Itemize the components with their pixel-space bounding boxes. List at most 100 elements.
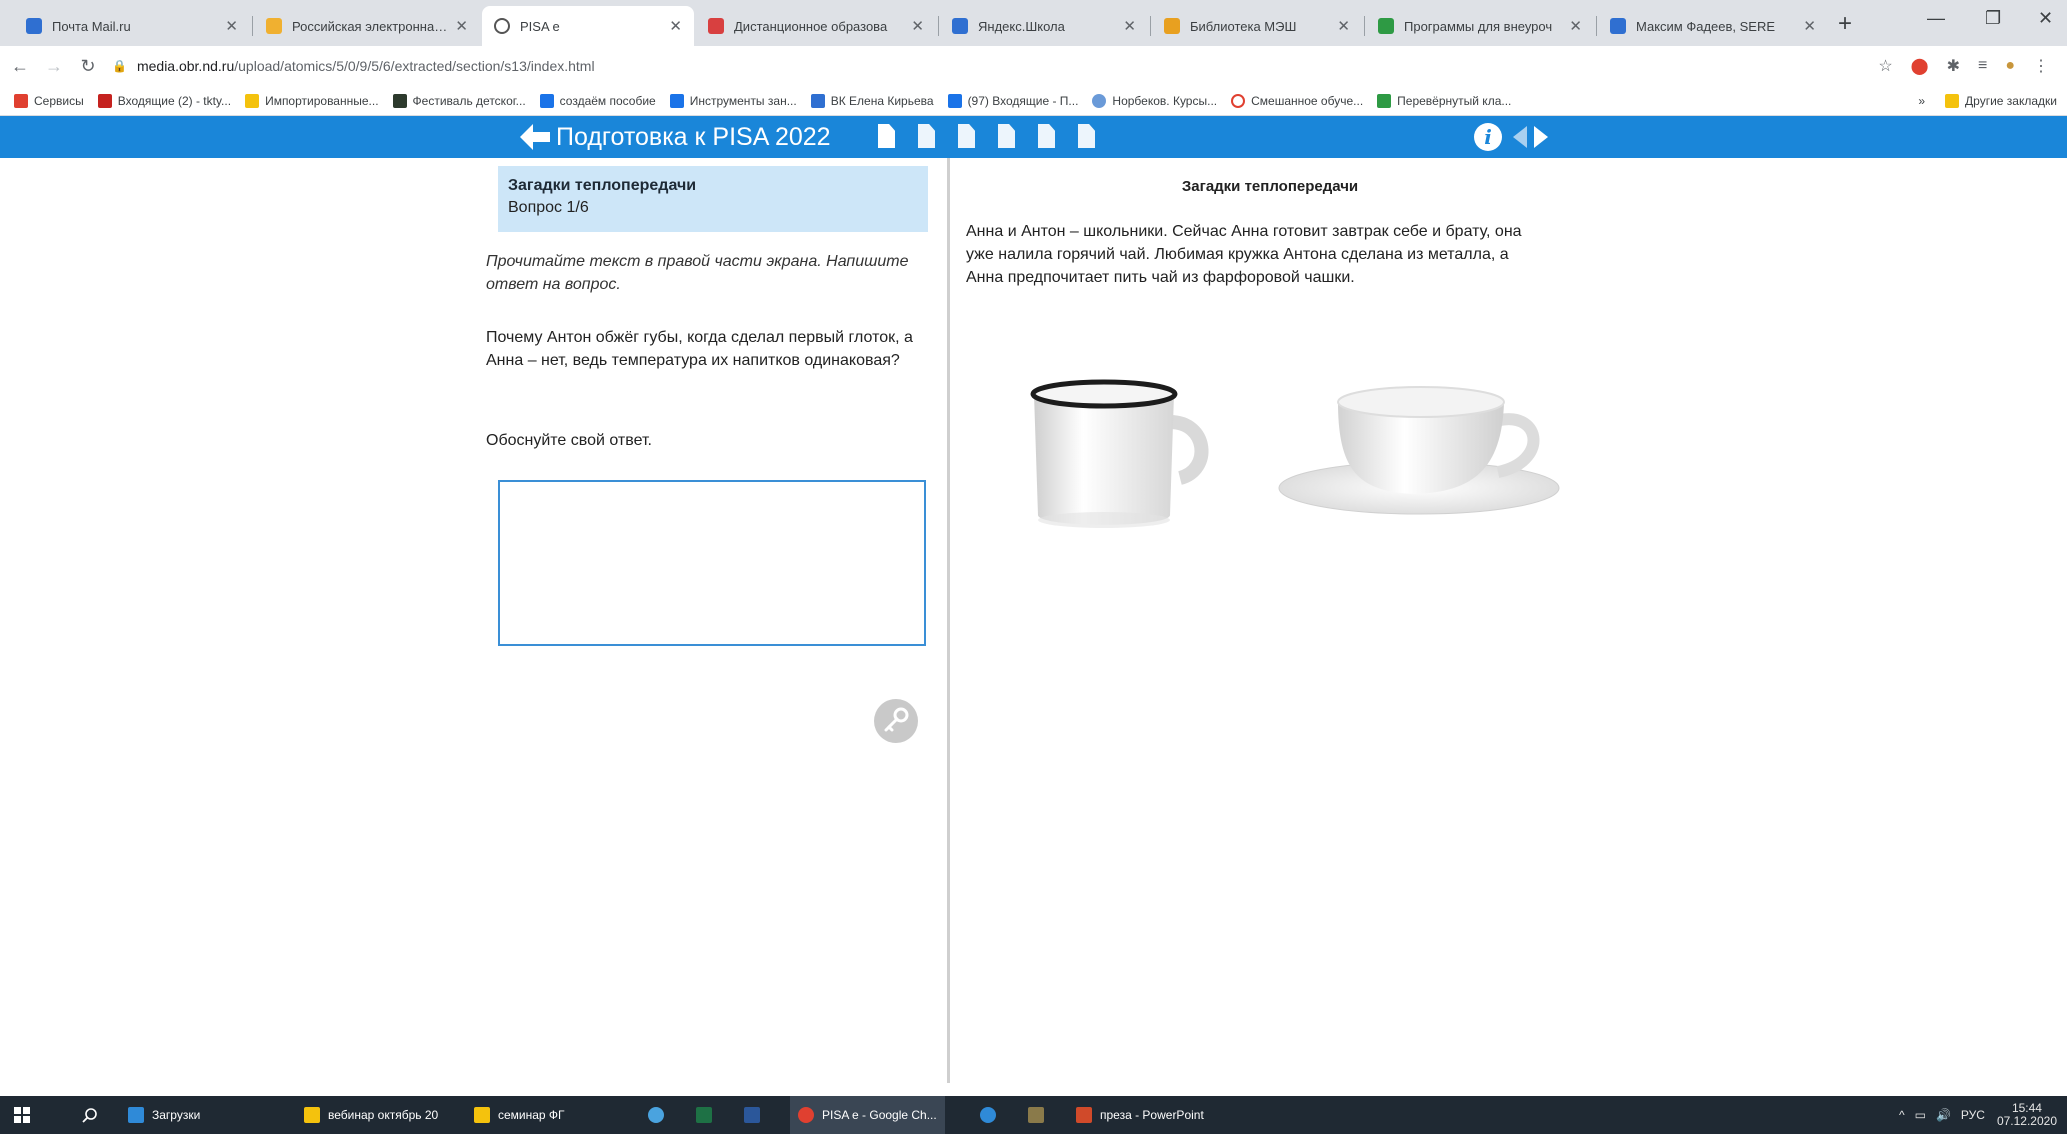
url-path: /upload/atomics/5/0/9/5/6/extracted/sect… <box>234 58 595 74</box>
tab-mail[interactable]: Почта Mail.ru ✕ <box>14 6 250 46</box>
answer-textarea[interactable] <box>498 480 926 646</box>
bookmark-item[interactable]: Фестиваль детског... <box>392 93 526 108</box>
url-host: media.obr.nd.ru <box>136 58 235 74</box>
page-icon[interactable] <box>878 124 895 148</box>
video-favicon-icon <box>1610 18 1626 34</box>
taskbar-app[interactable] <box>744 1096 768 1134</box>
bookmark-item[interactable]: Сервисы <box>14 93 84 108</box>
back-icon[interactable]: ← <box>6 56 34 77</box>
folder-icon <box>474 1107 490 1123</box>
windows-start-icon[interactable] <box>14 1096 30 1134</box>
tab-resh[interactable]: Российская электронная ш ✕ <box>254 6 480 46</box>
question-instruction: Прочитайте текст в правой части экрана. … <box>486 253 909 293</box>
close-icon[interactable]: ✕ <box>1569 17 1582 35</box>
taskbar-item[interactable]: преза - PowerPoint <box>1076 1096 1204 1134</box>
bookmark-item[interactable]: Инструменты зан... <box>669 93 797 108</box>
classroom-icon <box>669 93 684 108</box>
close-icon[interactable]: ✕ <box>455 17 468 35</box>
taskbar-item[interactable]: семинар ФГ <box>474 1096 565 1134</box>
tab-yandex-school[interactable]: Яндекс.Школа ✕ <box>940 6 1148 46</box>
next-arrow-icon[interactable] <box>1534 126 1548 148</box>
taskbar-item[interactable]: PISA e - Google Ch... <box>790 1096 945 1134</box>
question-text: Почему Антон обжёг губы, когда сделал пе… <box>486 329 913 369</box>
bookmark-item[interactable]: Импортированные... <box>245 93 379 108</box>
bookmark-label: ВК Елена Кирьева <box>830 93 934 108</box>
bookmark-item[interactable]: Входящие (2) - tkty... <box>97 93 231 108</box>
bookmark-item[interactable]: ВК Елена Кирьева <box>810 93 934 108</box>
more-bookmarks-chevron-icon[interactable]: » <box>1918 94 1925 108</box>
profile-avatar-icon[interactable]: ● <box>2005 57 2015 75</box>
bookmark-item[interactable]: создаём пособие <box>539 93 656 108</box>
porcelain-cup-icon <box>1278 386 1560 515</box>
page-icon[interactable] <box>998 124 1015 148</box>
bookmark-label: (97) Входящие - П... <box>967 93 1079 108</box>
search-icon[interactable] <box>82 1096 98 1134</box>
bookmarks-bar: Сервисы Входящие (2) - tkty... Импортиро… <box>0 86 2067 116</box>
chevron-up-icon[interactable]: ^ <box>1899 1108 1905 1122</box>
apps-grid-icon <box>14 93 28 108</box>
forward-icon[interactable]: → <box>40 56 68 77</box>
close-icon[interactable]: ✕ <box>1803 17 1816 35</box>
close-window-icon[interactable]: ✕ <box>2038 8 2053 29</box>
festival-icon <box>392 93 407 108</box>
tab-fadeev[interactable]: Максим Фадеев, SERE ✕ <box>1598 6 1828 46</box>
close-icon[interactable]: ✕ <box>911 17 924 35</box>
app-icon <box>648 1107 664 1123</box>
taskbar-item[interactable]: вебинар октябрь 20 <box>304 1096 438 1134</box>
adblock-extension-icon[interactable]: ⬤ <box>1911 56 1929 76</box>
new-tab-button[interactable]: + <box>1838 10 1852 38</box>
address-bar[interactable]: 🔒 media.obr.nd.ru /upload/atomics/5/0/9/… <box>112 51 1878 81</box>
blended-learning-icon <box>1231 93 1246 108</box>
bookmark-label: Смешанное обуче... <box>1251 93 1364 108</box>
taskbar-app[interactable] <box>648 1096 672 1134</box>
tab-pisa[interactable]: PISA e ✕ <box>482 6 694 46</box>
mail-favicon-icon <box>26 18 42 34</box>
bookmark-star-icon[interactable]: ☆ <box>1878 56 1892 76</box>
bookmark-item[interactable]: Смешанное обуче... <box>1231 93 1364 108</box>
app-title: Подготовка к PISA 2022 <box>556 123 831 151</box>
page-icon[interactable] <box>958 124 975 148</box>
menu-kebab-icon[interactable]: ⋮ <box>2033 56 2049 76</box>
tab-mesh-library[interactable]: Библиотека МЭШ ✕ <box>1152 6 1362 46</box>
vk-icon <box>810 93 825 108</box>
info-icon[interactable]: i <box>1474 123 1502 151</box>
page-icon[interactable] <box>918 124 935 148</box>
back-arrow-icon[interactable] <box>520 124 550 150</box>
classroom-icon <box>539 93 554 108</box>
browser-tab-strip: Почта Mail.ru ✕ Российская электронная ш… <box>0 0 2067 46</box>
panel-divider[interactable] <box>947 158 950 1083</box>
taskbar-app[interactable] <box>696 1096 720 1134</box>
restore-icon[interactable]: ❐ <box>1985 8 2001 29</box>
minimize-icon[interactable]: — <box>1927 8 1945 29</box>
taskbar-app[interactable] <box>1028 1096 1052 1134</box>
norbekov-icon <box>1092 93 1107 108</box>
previous-arrow-icon[interactable] <box>1513 126 1527 148</box>
tab-programs[interactable]: Программы для внеуроч ✕ <box>1366 6 1594 46</box>
extensions-puzzle-icon[interactable]: ✱ <box>1947 56 1960 76</box>
edge-icon <box>980 1107 996 1123</box>
network-icon[interactable]: ▭ <box>1915 1108 1926 1122</box>
reading-list-icon[interactable]: ≡ <box>1978 57 1987 75</box>
close-icon[interactable]: ✕ <box>225 17 238 35</box>
distance-favicon-icon <box>708 18 724 34</box>
tab-distance[interactable]: Дистанционное образова ✕ <box>696 6 936 46</box>
page-icon[interactable] <box>1078 124 1095 148</box>
powerpoint-icon <box>1076 1107 1092 1123</box>
key-answer-button[interactable] <box>874 699 918 743</box>
close-icon[interactable]: ✕ <box>1123 17 1136 35</box>
close-icon[interactable]: ✕ <box>669 17 682 35</box>
bookmark-item[interactable]: Перевёрнутый кла... <box>1377 93 1511 108</box>
keyboard-language[interactable]: РУС <box>1961 1108 1985 1122</box>
excel-icon <box>696 1107 712 1123</box>
reload-icon[interactable]: ↻ <box>74 56 102 77</box>
page-icon[interactable] <box>1038 124 1055 148</box>
taskbar-app[interactable] <box>980 1096 1004 1134</box>
bookmark-item[interactable]: (97) Входящие - П... <box>947 93 1079 108</box>
taskbar-item[interactable]: Загрузки <box>128 1096 200 1134</box>
bookmark-item[interactable]: Норбеков. Курсы... <box>1092 93 1217 108</box>
close-icon[interactable]: ✕ <box>1337 17 1350 35</box>
volume-icon[interactable]: 🔊 <box>1936 1108 1951 1122</box>
question-header-title: Загадки теплопередачи <box>508 177 697 194</box>
clock[interactable]: 15:44 07.12.2020 <box>1997 1102 2057 1128</box>
other-bookmarks[interactable]: Другие закладки <box>1945 93 2057 108</box>
